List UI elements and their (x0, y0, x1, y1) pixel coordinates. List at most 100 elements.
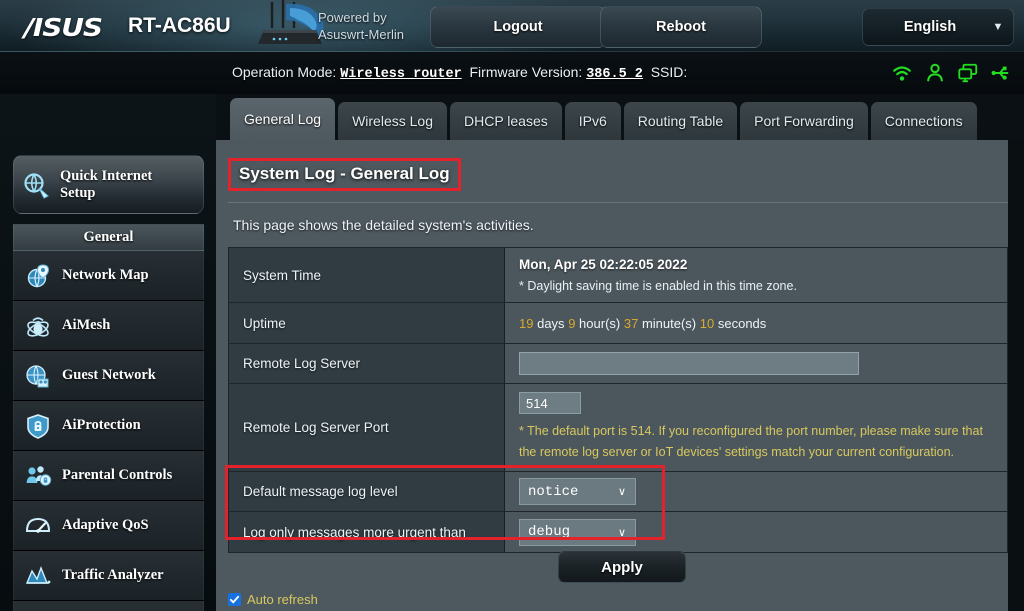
uptime-hours-unit: hour(s) (579, 315, 621, 331)
gauge-icon (14, 512, 62, 540)
wifi-icon[interactable] (891, 62, 913, 84)
sidebar-group-label: General (83, 229, 134, 245)
system-time-note: * Daylight saving time is enabled in thi… (519, 279, 797, 293)
default-log-level-value: notice (528, 483, 579, 500)
usb-icon[interactable] (990, 62, 1012, 84)
tab-dhcp-leases[interactable]: DHCP leases (449, 102, 562, 140)
tab-general-log[interactable]: General Log (230, 98, 336, 140)
uptime-seconds: 10 (699, 315, 715, 331)
firmware-version-value[interactable]: 386.5_2 (586, 67, 643, 82)
sidebar-item-aiprotection[interactable]: AiProtection (13, 401, 204, 451)
settings-table: System Time Mon, Apr 25 02:22:05 2022 * … (228, 247, 1008, 553)
sidebar-item-network-map[interactable]: Network Map (13, 251, 204, 301)
operation-mode-label: Operation Mode: (232, 64, 337, 80)
table-row: Remote Log Server (229, 344, 1007, 384)
urgent-log-level-value: debug (528, 524, 571, 540)
row-value: Mon, Apr 25 02:22:05 2022 * Daylight sav… (505, 248, 1007, 302)
chevron-down-icon: ∨ (617, 526, 627, 539)
tab-list: General Log Wireless Log DHCP leases IPv… (230, 98, 980, 140)
sidebar-item-game[interactable]: Game (13, 601, 204, 611)
powered-by-text: Powered by Asuswrt-Merlin (318, 9, 404, 43)
powered-by-line1: Powered by (318, 10, 387, 25)
row-value: 19 days 9 hour(s) 37 minute(s) 10 second… (505, 303, 1007, 343)
chevron-down-icon: ∨ (617, 486, 627, 498)
sidebar-item-label: Network Map (62, 267, 149, 283)
sidebar-item-guest-network[interactable]: Guest Network (13, 351, 204, 401)
asus-logo: /ISUS (23, 13, 103, 42)
sidebar-item-label: AiProtection (62, 417, 141, 433)
page-subtitle: This page shows the detailed system's ac… (233, 217, 534, 233)
tab-connections[interactable]: Connections (870, 102, 977, 140)
tab-wireless-log[interactable]: Wireless Log (338, 102, 447, 140)
sidebar-item-label: Traffic Analyzer (62, 567, 164, 583)
sidebar-item-parental-controls[interactable]: Parental Controls (13, 451, 204, 501)
auto-refresh-checkbox[interactable] (228, 593, 241, 606)
firmware-label: Firmware Version: (469, 64, 583, 80)
uptime-days-unit: days (537, 315, 565, 331)
sidebar-item-label: Guest Network (62, 367, 156, 383)
row-label: Default message log level (229, 472, 505, 511)
row-label: Uptime (229, 303, 505, 343)
table-row: Uptime 19 days 9 hour(s) 37 minute(s) 10… (229, 303, 1007, 344)
sidebar-item-adaptive-qos[interactable]: Adaptive QoS (13, 501, 204, 551)
remote-log-server-input[interactable] (519, 352, 859, 375)
tab-ipv6[interactable]: IPv6 (564, 102, 621, 140)
urgent-log-level-select[interactable]: debug ∨ (519, 518, 636, 546)
info-strip: Operation Mode: Wireless router Firmware… (0, 52, 1024, 94)
screens-icon[interactable] (957, 62, 979, 84)
status-icon-group (891, 62, 1012, 84)
network-map-icon (14, 262, 62, 290)
port-note: * The default port is 514. If you reconf… (519, 424, 983, 459)
router-admin-page: /ISUS RT-AC86U Powered by Asuswrt-Merlin… (0, 0, 1024, 611)
system-time-value: Mon, Apr 25 02:22:05 2022 (519, 257, 688, 272)
powered-by-line2: Asuswrt-Merlin (318, 27, 404, 42)
logout-button[interactable]: Logout (430, 6, 606, 48)
qis-label-line2: Setup (60, 184, 96, 201)
chevron-down-icon: ▼ (992, 21, 1004, 33)
qis-label: Quick Internet Setup (60, 168, 152, 202)
user-icon[interactable] (924, 62, 946, 84)
ssid-label: SSID: (650, 64, 688, 80)
router-model-label: RT-AC86U (128, 14, 231, 37)
sidebar-item-label: Adaptive QoS (62, 517, 149, 533)
tab-port-forwarding[interactable]: Port Forwarding (740, 102, 868, 140)
guest-network-icon (14, 362, 62, 390)
row-label: Remote Log Server (229, 344, 505, 383)
default-log-level-select[interactable]: notice ∨ (519, 478, 636, 505)
sidebar-item-traffic-analyzer[interactable]: Traffic Analyzer (13, 551, 204, 601)
sidebar-item-aimesh[interactable]: AiMesh (13, 301, 204, 351)
operation-mode-value[interactable]: Wireless router (340, 67, 462, 82)
top-header-bar: /ISUS RT-AC86U Powered by Asuswrt-Merlin… (0, 0, 1024, 52)
auto-refresh-toggle[interactable]: Auto refresh (228, 592, 318, 607)
row-label: Log only messages more urgent than (229, 512, 505, 552)
quick-internet-setup-button[interactable]: Quick Internet Setup (13, 155, 204, 214)
shield-lock-icon (14, 412, 62, 440)
remote-log-server-port-input[interactable] (519, 392, 581, 414)
tab-strip: General Log Wireless Log DHCP leases IPv… (216, 94, 1024, 140)
row-label: Remote Log Server Port (229, 384, 505, 471)
parental-controls-icon (14, 462, 62, 490)
apply-button[interactable]: Apply (558, 551, 686, 583)
row-value: * The default port is 514. If you reconf… (505, 384, 1007, 471)
uptime-hours: 9 (568, 315, 576, 331)
sidebar-item-label: AiMesh (62, 317, 111, 333)
language-selector[interactable]: English ▼ (862, 8, 1014, 46)
tab-routing-table[interactable]: Routing Table (623, 102, 738, 140)
aimesh-icon (14, 312, 62, 340)
right-margin-strip (1008, 140, 1024, 611)
table-row: Default message log level notice ∨ (229, 472, 1007, 512)
page-title: System Log - General Log (228, 158, 461, 191)
uptime-days: 19 (519, 315, 534, 331)
row-label: System Time (229, 248, 505, 302)
table-row: System Time Mon, Apr 25 02:22:05 2022 * … (229, 248, 1007, 303)
uptime-minutes: 37 (623, 315, 639, 331)
reboot-button[interactable]: Reboot (600, 6, 762, 48)
main-content-panel: System Log - General Log This page shows… (216, 140, 1024, 611)
sidebar-nav-list: Network Map AiMesh Guest Network AiProte… (13, 251, 204, 611)
qis-icon (14, 170, 60, 200)
table-row: Remote Log Server Port * The default por… (229, 384, 1007, 472)
row-value: notice ∨ (505, 472, 1007, 511)
operation-mode-info: Operation Mode: Wireless router Firmware… (232, 64, 687, 82)
check-icon (229, 595, 240, 604)
sidebar: Quick Internet Setup General Network Map (0, 94, 216, 611)
